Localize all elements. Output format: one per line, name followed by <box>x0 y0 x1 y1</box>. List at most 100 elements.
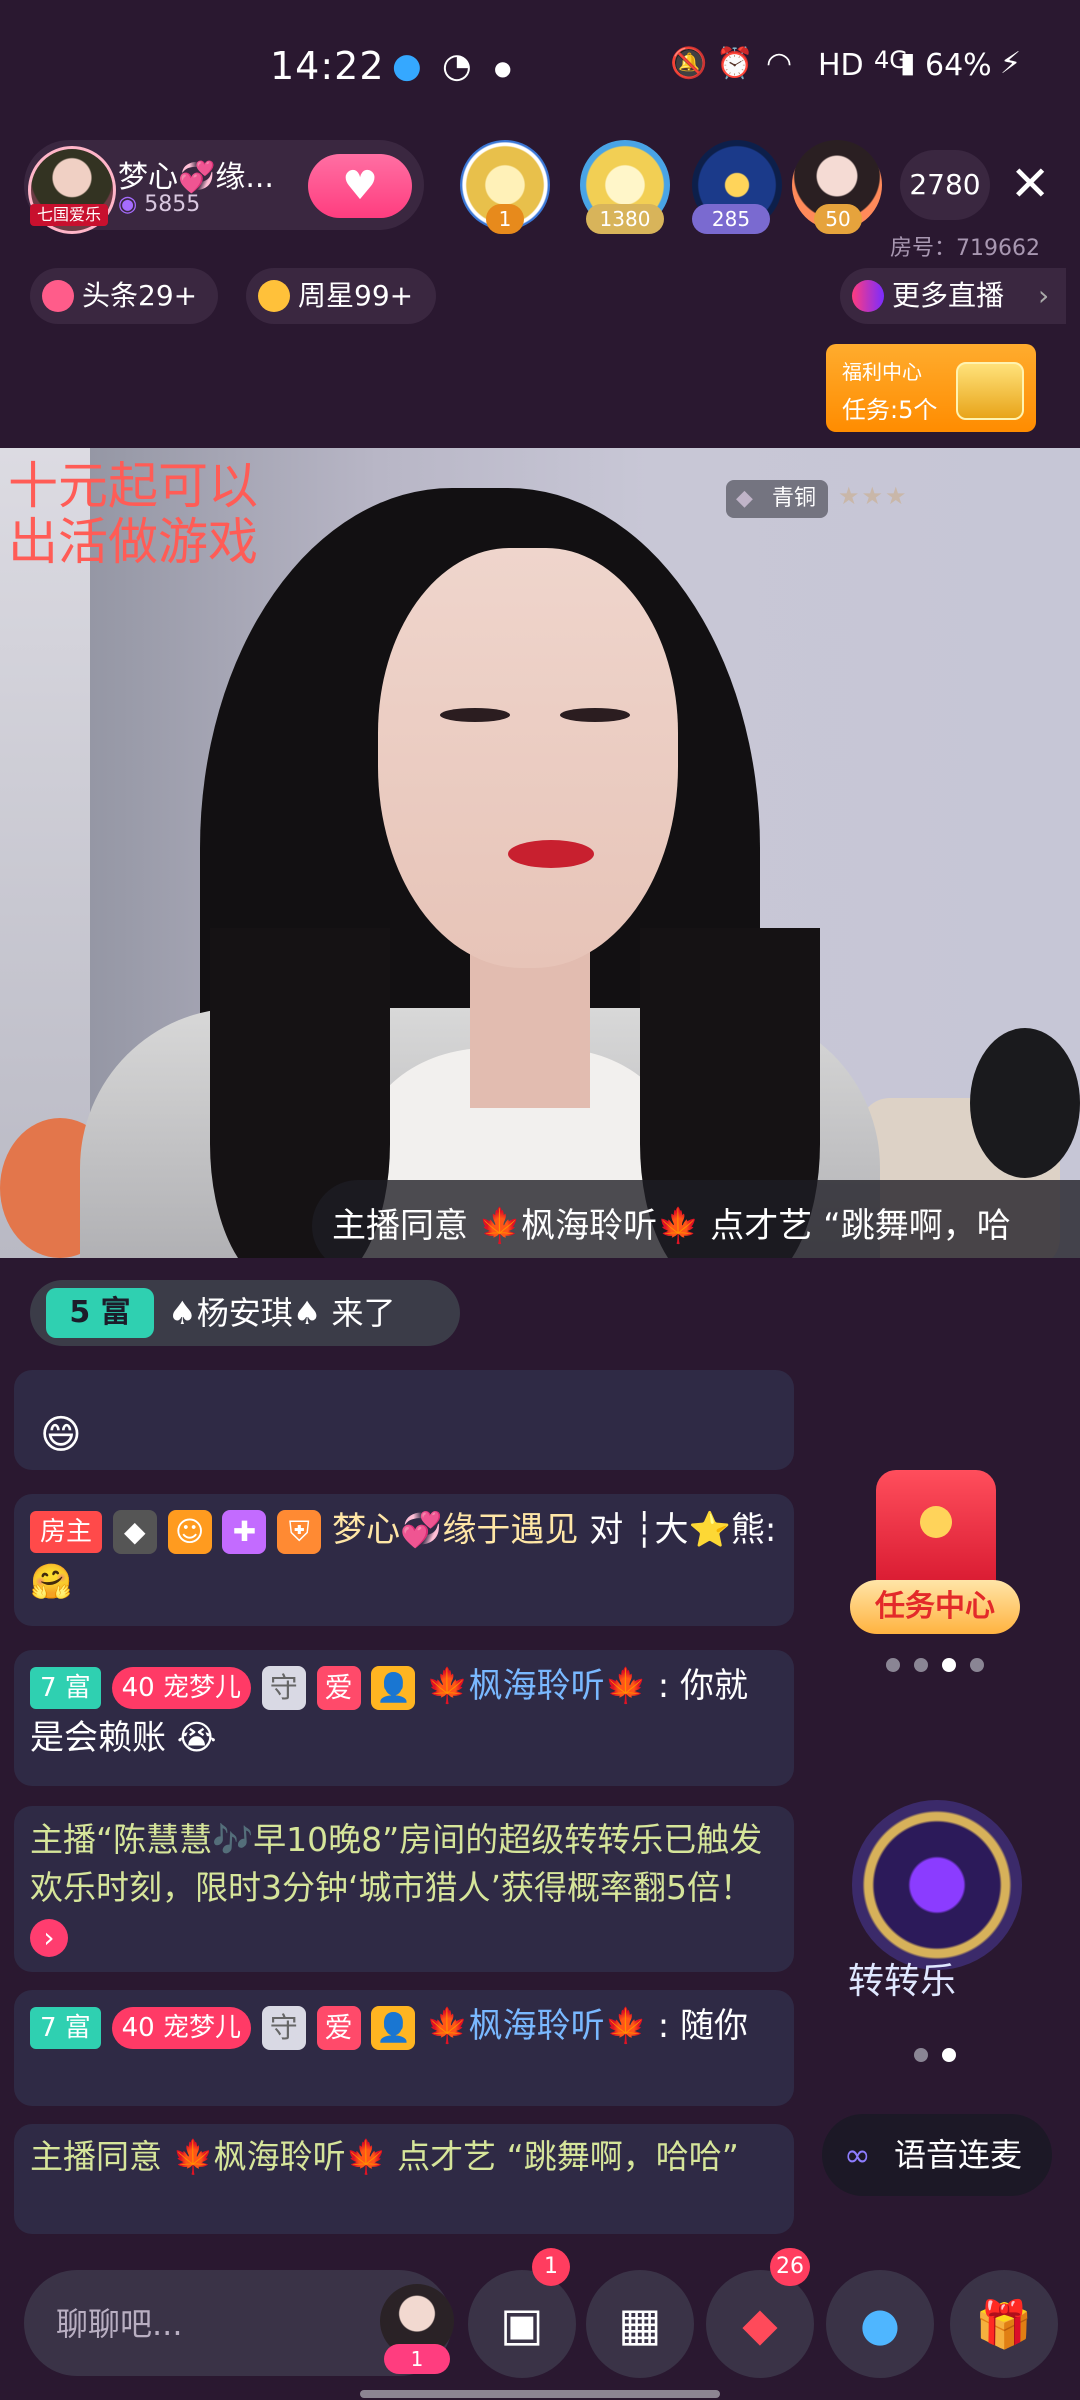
signal-icon: ▮ <box>900 46 916 79</box>
arrow-right-icon[interactable]: › <box>30 1918 68 1957</box>
top-viewer-1-badge: 1 <box>486 204 524 234</box>
page-dot-active <box>942 2048 956 2062</box>
top-viewer-2-badge: 1380 <box>586 204 664 234</box>
welfare-tasks: 任务:5个 <box>842 396 938 424</box>
level-badge: 5 富 <box>46 1288 154 1338</box>
voice-link-button[interactable]: ∞ 语音连麦 <box>822 2114 1052 2196</box>
viewer-count[interactable]: 2780 <box>900 150 990 220</box>
gift-icon: 🎁 <box>975 2297 1033 2351</box>
video-eye-right <box>560 708 630 722</box>
system-message[interactable]: 主播同意 🍁枫海聆听🍁 点才艺 “跳舞啊，哈哈” <box>14 2124 794 2234</box>
fan-badge: 40 宠梦儿 <box>111 2006 251 2049</box>
message-badge: 1 <box>532 2248 570 2286</box>
page-dot <box>970 1658 984 1672</box>
sender-name[interactable]: 梦心💞缘于遇见 <box>332 1510 578 1550</box>
gift-box-button[interactable]: ◆ 26 <box>706 2248 814 2378</box>
page-dot <box>886 1658 900 1672</box>
app-notification-icon: ◔ <box>442 46 472 86</box>
video-microphone <box>970 1028 1080 1178</box>
grid-icon: ▦ <box>618 2297 662 2351</box>
headline-pill[interactable]: 头条29+ <box>30 268 218 324</box>
charging-icon: ⚡ <box>1000 46 1022 81</box>
overlay-line-1: 十元起可以 <box>8 457 258 515</box>
level-badge: 7 富 <box>30 2006 101 2049</box>
video-eye-left <box>440 708 510 722</box>
fire-icon <box>42 280 74 312</box>
game-button[interactable]: ● <box>826 2270 934 2378</box>
rank-icon: ◆ <box>736 486 753 511</box>
live-icon <box>852 280 884 312</box>
gift-button[interactable]: 🎁 <box>950 2270 1058 2378</box>
more-live-pill[interactable]: 更多直播 › <box>840 268 1066 324</box>
system-message[interactable]: 主播“陈慧慧🎶早10晚8”房间的超级转转乐已触发欢乐时刻，限时3分钟‘城市猎人’… <box>14 1806 794 1972</box>
video-lips <box>508 840 594 868</box>
message-button[interactable]: ▣ 1 <box>468 2248 576 2378</box>
shield-badge-icon: ✚ <box>222 1509 267 1554</box>
sender-name[interactable]: 🍁枫海聆听🍁 <box>426 1666 647 1706</box>
chat-message[interactable]: 房主 ◆ ☺ ✚ ⛨ 梦心💞缘于遇见 对 ┆大⭐熊: 🤗 <box>14 1494 794 1626</box>
top-viewer-4-badge: 50 <box>814 204 862 234</box>
weekstar-label: 周星99+ <box>298 279 414 312</box>
lucky-wheel-icon[interactable] <box>852 1800 1022 1970</box>
close-icon[interactable]: ✕ <box>1010 154 1050 214</box>
chat-message[interactable]: 7 富 40 宠梦儿 守 爱 👤 🍁枫海聆听🍁 : 你就是会赖账 😭 <box>14 1650 794 1786</box>
more-notifications-icon: ● <box>494 56 512 80</box>
rank-badge: ◆ 青铜 <box>726 480 829 518</box>
user-avatar-badge: 1 <box>384 2344 450 2374</box>
message-icon: ▣ <box>500 2297 544 2351</box>
rank-label: 青铜 <box>772 486 817 511</box>
video-neck <box>470 948 590 1108</box>
level-badge: 7 富 <box>30 1666 101 1709</box>
chat-input-bar[interactable]: 1 <box>24 2270 454 2376</box>
status-time: 14:22 <box>270 44 385 88</box>
page-dot <box>914 2048 928 2062</box>
battery-level: 64% <box>925 48 992 83</box>
more-apps-button[interactable]: ▦ <box>586 2270 694 2378</box>
chat-message-partial[interactable] <box>14 1370 794 1470</box>
voice-link-label: 语音连麦 <box>894 2136 1023 2174</box>
welfare-center-button[interactable]: 福利中心 任务:5个 <box>826 344 1036 432</box>
enter-notice: 5 富 ♠杨安琪♠ 来了 <box>30 1280 460 1346</box>
user-badge-icon: 👤 <box>371 2005 416 2050</box>
room-number: 房号：719662 <box>890 236 1040 261</box>
chat-input[interactable] <box>54 2298 358 2350</box>
headline-label: 头条29+ <box>82 279 198 312</box>
hd-indicator: HD <box>818 48 864 83</box>
anchor-avatar-tag: 七国爱乐 <box>30 204 108 226</box>
heart-icon: ♥ <box>342 163 378 209</box>
fans-value: 5855 <box>144 192 201 217</box>
fans-icon: ◉ <box>118 192 145 217</box>
page-dot-active <box>942 1658 956 1672</box>
top-viewer-3-badge: 285 <box>692 204 770 234</box>
task-center-button[interactable]: 任务中心 <box>846 1470 1026 1640</box>
owner-tag: 房主 <box>30 1510 103 1553</box>
lucky-wheel-label: 转转乐 <box>848 1961 957 2002</box>
guard-icon: 守 <box>261 2005 306 2050</box>
page-dot <box>914 1658 928 1672</box>
qq-icon: ● <box>392 46 422 86</box>
live-video[interactable]: 十元起可以 出活做游戏 ◆ 青铜 ★★★ 主播同意 🍁枫海聆听🍁 点才艺 “跳舞… <box>0 448 1080 1258</box>
alarm-icon: ⏰ <box>716 46 754 81</box>
chevron-right-icon: › <box>1038 279 1050 312</box>
video-overlay-text: 十元起可以 出活做游戏 <box>8 458 258 570</box>
guard-icon: 守 <box>261 1665 306 1710</box>
scrolling-message: 主播同意 🍁枫海聆听🍁 点才艺 “跳舞啊，哈 <box>312 1180 1080 1258</box>
system-message-text: 主播“陈慧慧🎶早10晚8”房间的超级转转乐已触发欢乐时刻，限时3分钟‘城市猎人’… <box>30 1820 763 1907</box>
welfare-title: 福利中心 <box>842 360 922 384</box>
user-badge-icon: 👤 <box>371 1665 416 1710</box>
video-face <box>378 548 678 968</box>
envelope-seal <box>920 1506 952 1538</box>
sender-name[interactable]: 🍁枫海聆听🍁 <box>426 2006 647 2046</box>
anchor-fans-count: ◉ 5855 <box>118 192 200 217</box>
gift-badge: 26 <box>770 2248 810 2286</box>
gem-box-icon: ◆ <box>742 2297 778 2351</box>
system-message-text: 主播同意 🍁枫海聆听🍁 点才艺 “跳舞啊，哈哈” <box>30 2137 739 2176</box>
chat-message[interactable]: 7 富 40 宠梦儿 守 爱 👤 🍁枫海聆听🍁 : 随你 <box>14 1990 794 2106</box>
rank-badge-icon: ◆ <box>112 1509 157 1554</box>
love-badge: 爱 <box>316 1665 361 1710</box>
weekstar-pill[interactable]: 周星99+ <box>246 268 436 324</box>
anchor-name: 梦心💞缘... <box>118 160 274 195</box>
follow-button[interactable]: ♥ <box>308 154 412 218</box>
love-badge: 爱 <box>316 2005 361 2050</box>
wifi-icon: ◠ <box>766 46 793 81</box>
